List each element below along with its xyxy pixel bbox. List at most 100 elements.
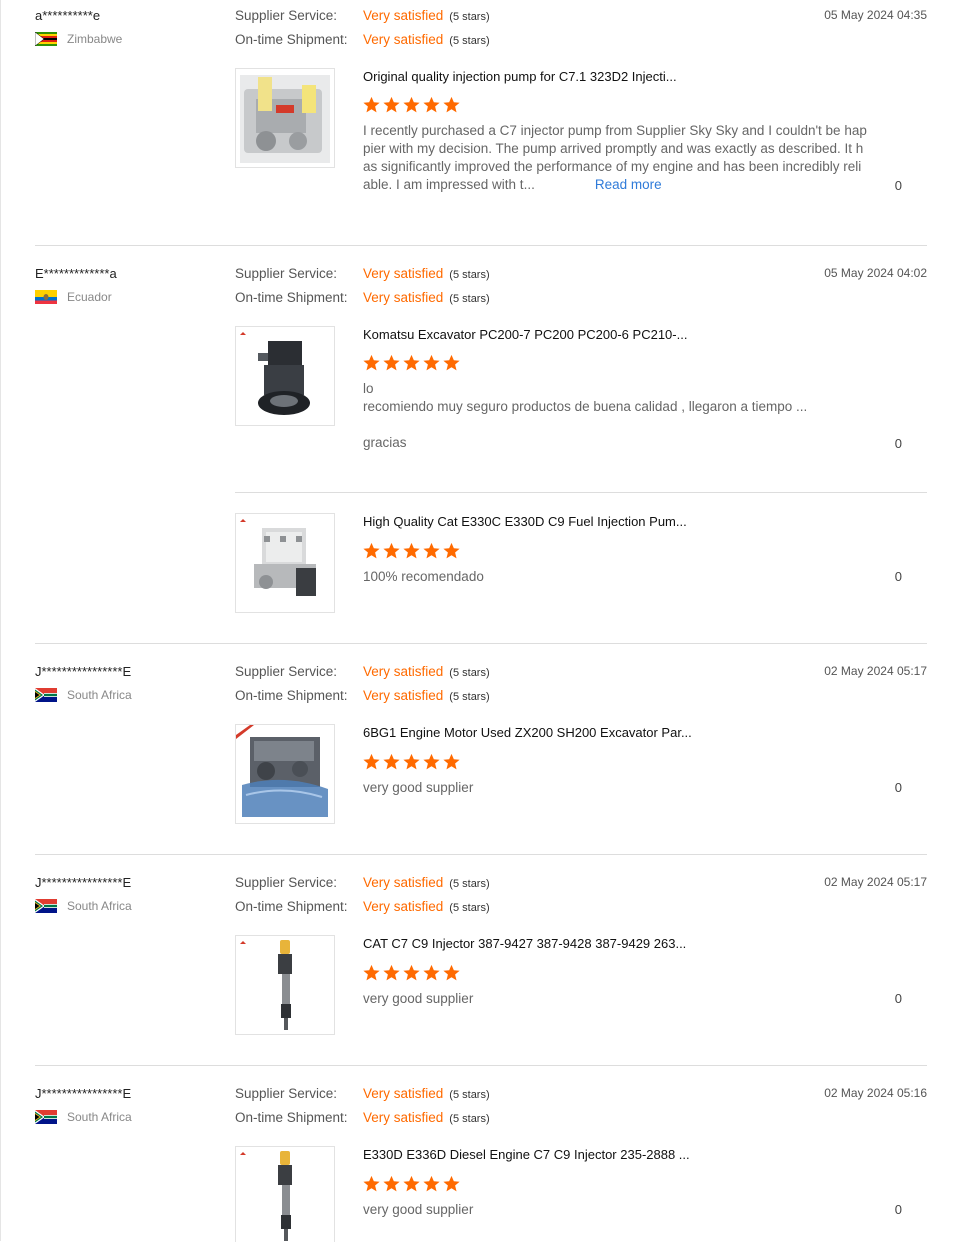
review-date: 05 May 2024 04:02 — [824, 266, 927, 280]
star-icon — [423, 96, 440, 113]
product-title[interactable]: E330D E336D Diesel Engine C7 C9 Injector… — [363, 1147, 690, 1162]
review-text-line: gracias — [363, 435, 407, 450]
ontime-shipment-label: On-time Shipment: — [235, 290, 348, 305]
review-text-line: very good supplier — [363, 780, 474, 795]
helpful-count[interactable]: 0 — [895, 436, 902, 451]
country-name: South Africa — [67, 688, 132, 702]
helpful-count[interactable]: 0 — [895, 1202, 902, 1217]
buyer-name: J****************E — [35, 1086, 132, 1101]
star-icon — [403, 354, 420, 371]
helpful-count[interactable]: 0 — [895, 991, 902, 1006]
ontime-shipment-value: Very satisfied — [363, 32, 444, 47]
product-title[interactable]: 6BG1 Engine Motor Used ZX200 SH200 Excav… — [363, 725, 692, 740]
review-divider — [35, 854, 927, 855]
star-icon — [363, 1175, 380, 1192]
star-icon — [443, 964, 460, 981]
ontime-shipment-value: Very satisfied — [363, 688, 444, 703]
south-africa-flag-icon — [35, 688, 57, 702]
product-title[interactable]: Original quality injection pump for C7.1… — [363, 69, 677, 84]
product-rating-stars — [362, 964, 461, 982]
review-text-line: I recently purchased a C7 injector pump … — [363, 123, 867, 138]
buyer-country: South Africa — [35, 899, 132, 913]
product-thumbnail[interactable] — [235, 513, 335, 613]
supplier-service-value: Very satisfied — [363, 266, 444, 281]
review-text-line: 100% recomendado — [363, 569, 484, 584]
buyer-name: J****************E — [35, 875, 132, 890]
review-text-line: as significantly improved the performanc… — [363, 159, 862, 174]
product-thumbnail[interactable] — [235, 935, 335, 1035]
product-rating-stars — [362, 96, 461, 114]
supplier-service-label: Supplier Service: — [235, 1086, 338, 1101]
star-icon — [383, 753, 400, 770]
ecuador-flag-icon — [35, 290, 57, 304]
star-icon — [443, 96, 460, 113]
country-name: Zimbabwe — [67, 32, 123, 46]
ontime-shipment-label: On-time Shipment: — [235, 32, 348, 47]
country-name: South Africa — [67, 899, 132, 913]
supplier-service-rating: Supplier Service: Very satisfied (5 stars) — [235, 875, 490, 890]
helpful-count[interactable]: 0 — [895, 178, 902, 193]
star-icon — [363, 542, 380, 559]
ontime-shipment-stars: (5 stars) — [449, 691, 490, 703]
star-icon — [383, 1175, 400, 1192]
supplier-service-value: Very satisfied — [363, 1086, 444, 1101]
helpful-count[interactable]: 0 — [895, 780, 902, 795]
star-icon — [423, 964, 440, 981]
review-text-line: lo — [363, 381, 374, 396]
star-icon — [423, 753, 440, 770]
review-text: very good supplier — [363, 990, 873, 1008]
product-rating-stars — [362, 542, 461, 560]
product-thumbnail[interactable] — [235, 1146, 335, 1242]
review-text-line: very good supplier — [363, 1202, 474, 1217]
buyer-country: Ecuador — [35, 290, 112, 304]
supplier-service-label: Supplier Service: — [235, 875, 338, 890]
read-more-link[interactable]: Read more — [595, 177, 662, 192]
supplier-service-stars: (5 stars) — [449, 878, 490, 890]
review-text-line: pier with my decision. The pump arrived … — [363, 141, 864, 156]
supplier-service-label: Supplier Service: — [235, 8, 338, 23]
helpful-count[interactable]: 0 — [895, 569, 902, 584]
south-africa-flag-icon — [35, 1110, 57, 1124]
product-title[interactable]: CAT C7 C9 Injector 387-9427 387-9428 387… — [363, 936, 686, 951]
supplier-service-stars: (5 stars) — [449, 269, 490, 281]
star-icon — [363, 354, 380, 371]
ontime-shipment-label: On-time Shipment: — [235, 688, 348, 703]
star-icon — [423, 542, 440, 559]
buyer-name: J****************E — [35, 664, 132, 679]
star-icon — [383, 354, 400, 371]
review-text-line: very good supplier — [363, 991, 474, 1006]
product-title[interactable]: Komatsu Excavator PC200-7 PC200 PC200-6 … — [363, 327, 687, 342]
ontime-shipment-rating: On-time Shipment: Very satisfied (5 stars) — [235, 32, 490, 47]
ontime-shipment-stars: (5 stars) — [449, 35, 490, 47]
star-icon — [363, 96, 380, 113]
ontime-shipment-label: On-time Shipment: — [235, 899, 348, 914]
ontime-shipment-label: On-time Shipment: — [235, 1110, 348, 1125]
review-date: 02 May 2024 05:16 — [824, 1086, 927, 1100]
product-thumbnail[interactable] — [235, 68, 335, 168]
star-icon — [383, 964, 400, 981]
star-icon — [403, 753, 420, 770]
review-text: I recently purchased a C7 injector pump … — [363, 122, 873, 194]
star-icon — [363, 964, 380, 981]
supplier-service-label: Supplier Service: — [235, 664, 338, 679]
review-text: very good supplier — [363, 779, 873, 797]
star-icon — [423, 1175, 440, 1192]
review-text-line — [363, 416, 873, 434]
product-rating-stars — [362, 753, 461, 771]
buyer-country: South Africa — [35, 1110, 132, 1124]
ontime-shipment-stars: (5 stars) — [449, 902, 490, 914]
star-icon — [403, 96, 420, 113]
south-africa-flag-icon — [35, 899, 57, 913]
review-divider — [35, 245, 927, 246]
buyer-country: Zimbabwe — [35, 32, 122, 46]
star-icon — [383, 96, 400, 113]
buyer-name: a**********e — [35, 8, 101, 23]
buyer-country: South Africa — [35, 688, 132, 702]
supplier-service-stars: (5 stars) — [449, 1089, 490, 1101]
product-thumbnail[interactable] — [235, 326, 335, 426]
product-thumbnail[interactable] — [235, 724, 335, 824]
product-title[interactable]: High Quality Cat E330C E330D C9 Fuel Inj… — [363, 514, 687, 529]
review-text-line: recomiendo muy seguro productos de buena… — [363, 399, 808, 414]
left-border — [0, 0, 1, 1241]
ontime-shipment-value: Very satisfied — [363, 290, 444, 305]
